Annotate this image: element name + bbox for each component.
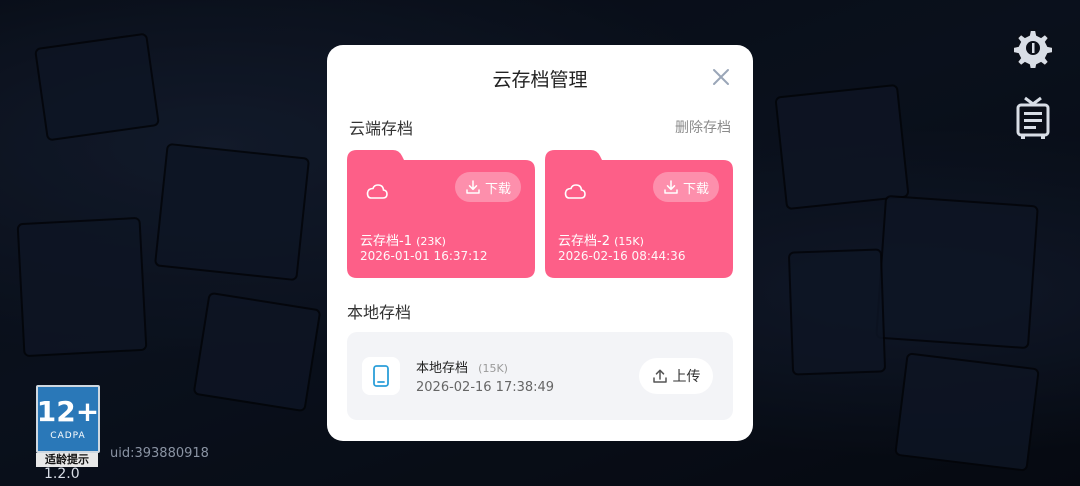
- local-save-title: 本地存档: [416, 361, 469, 376]
- cloud-save-name: 云存档-1 (23K): [360, 230, 446, 249]
- phone-icon: [362, 357, 400, 395]
- cloud-icon: [564, 184, 586, 199]
- dialog-title: 云存档管理: [492, 69, 588, 91]
- cloud-save-size: (15K): [614, 235, 644, 248]
- cloud-save-dialog: 云存档管理 云端存档 删除存档 下载 云存档-1 (23K) 2026-01-0…: [327, 45, 753, 441]
- age-tip-label: 适龄提示: [36, 453, 98, 467]
- local-save-time: 2026-02-16 17:38:49: [416, 380, 555, 395]
- local-save-size: (15K): [478, 362, 508, 375]
- age-rating-org: CADPA: [50, 431, 86, 441]
- close-button[interactable]: [711, 67, 731, 87]
- upload-icon: [652, 369, 667, 383]
- cloud-save-name: 云存档-2 (15K): [558, 230, 644, 249]
- uid-label: uid:393880918: [110, 446, 209, 461]
- board-icon[interactable]: [1015, 96, 1051, 140]
- download-icon: [664, 180, 678, 194]
- game-screen: 12+ CADPA 适龄提示 1.2.0 uid:393880918 云存档管理…: [0, 0, 1080, 486]
- upload-label: 上传: [672, 369, 701, 385]
- age-rating-badge: 12+ CADPA 适龄提示: [36, 385, 100, 467]
- download-button-2[interactable]: 下载: [653, 172, 719, 202]
- local-save-card: 本地存档 (15K) 2026-02-16 17:38:49 上传: [347, 332, 733, 420]
- age-rating-box: 12+ CADPA: [36, 385, 100, 453]
- download-button-1[interactable]: 下载: [455, 172, 521, 202]
- local-section-label: 本地存档: [347, 303, 412, 322]
- cloud-save-card-2[interactable]: 下载 云存档-2 (15K) 2026-02-16 08:44:36: [545, 150, 733, 278]
- download-label: 下载: [682, 181, 709, 197]
- gear-icon[interactable]: [1012, 28, 1054, 71]
- download-icon: [466, 180, 480, 194]
- cloud-save-title: 云存档-2: [558, 234, 610, 249]
- cloud-save-card-1[interactable]: 下载 云存档-1 (23K) 2026-01-01 16:37:12: [347, 150, 535, 278]
- cloud-save-title: 云存档-1: [360, 234, 412, 249]
- download-label: 下载: [484, 181, 511, 197]
- cloud-section-label: 云端存档: [349, 119, 414, 138]
- cloud-save-size: (23K): [416, 235, 446, 248]
- local-save-name: 本地存档 (15K): [416, 357, 508, 376]
- version-label: 1.2.0: [44, 466, 80, 482]
- age-rating-number: 12+: [36, 395, 100, 428]
- cloud-icon: [366, 184, 388, 199]
- upload-button[interactable]: 上传: [639, 358, 713, 394]
- cloud-save-time: 2026-02-16 08:44:36: [558, 249, 686, 263]
- close-icon: [713, 69, 729, 85]
- cloud-save-time: 2026-01-01 16:37:12: [360, 249, 488, 263]
- delete-save-button[interactable]: 删除存档: [675, 117, 731, 137]
